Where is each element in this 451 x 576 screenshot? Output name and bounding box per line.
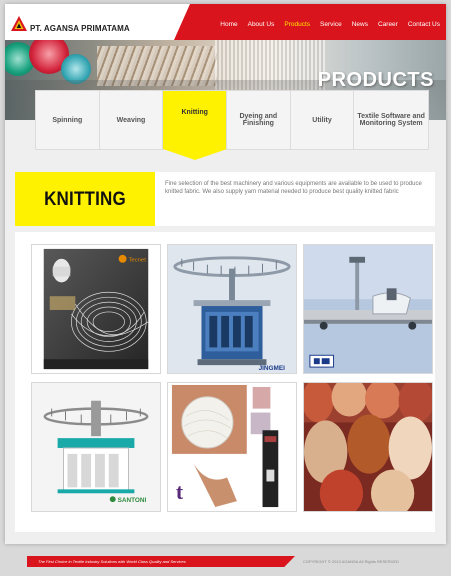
tab-utility[interactable]: Utility	[291, 91, 355, 149]
gallery-item-jingmei-machine[interactable]: JINGMEI	[167, 244, 297, 374]
site-footer: The First Choice in Textile Industry Sol…	[0, 556, 451, 570]
banner-title: PRODUCTS	[317, 69, 434, 91]
santoni-logo-text: SANTONI	[118, 497, 147, 504]
footer-tagline: The First Choice in Textile Industry Sol…	[38, 559, 186, 564]
footer-copyright: COPYRIGHT © 2013 AGANSA All Rights RESER…	[303, 559, 399, 564]
yarn-cones-image	[304, 383, 432, 511]
category-tabs: Spinning Weaving Knitting Dyeing and Fin…	[35, 90, 429, 160]
site-header: PT. AGANSA PRIMATAMA Home About Us Produ…	[5, 4, 446, 40]
brand-name[interactable]: PT. AGANSA PRIMATAMA	[30, 24, 130, 33]
tab-textile-software[interactable]: Textile Software and Monitoring System	[354, 91, 428, 149]
tab-weaving[interactable]: Weaving	[100, 91, 164, 149]
nav-about-us[interactable]: About Us	[248, 21, 275, 28]
gallery-item-inspection-device[interactable]	[303, 244, 433, 374]
triangle-logo-icon[interactable]	[11, 16, 27, 31]
inspection-device-image	[304, 245, 432, 373]
nav-news[interactable]: News	[352, 21, 368, 28]
tab-spinning[interactable]: Spinning	[36, 91, 100, 149]
yarn-collage-image: t	[168, 383, 296, 511]
nav-products[interactable]: Products	[284, 21, 310, 28]
page: PT. AGANSA PRIMATAMA Home About Us Produ…	[5, 4, 446, 544]
nav-service[interactable]: Service	[320, 21, 342, 28]
tab-dyeing-and-finishing[interactable]: Dyeing and Finishing	[227, 91, 291, 149]
gallery-item-yarn-cones[interactable]	[303, 382, 433, 512]
nav-contact-us[interactable]: Contact Us	[408, 21, 440, 28]
gallery-item-yarn-collage[interactable]: t	[167, 382, 297, 512]
t-logo-text: t	[176, 480, 184, 504]
tab-knitting[interactable]: Knitting	[163, 91, 228, 160]
product-gallery: Tecnet JINGMEI SANTONI t	[15, 232, 435, 532]
section-intro: KNITTING Fine selection of the best mach…	[15, 172, 435, 226]
jingmei-logo-text: JINGMEI	[259, 365, 286, 372]
main-nav: Home About Us Products Service News Care…	[220, 21, 440, 28]
tecnet-logo-text: Tecnet	[128, 258, 146, 264]
gallery-item-santoni-machine[interactable]: SANTONI	[31, 382, 161, 512]
section-title: KNITTING	[44, 187, 126, 210]
section-title-box: KNITTING	[15, 172, 155, 226]
nav-home[interactable]: Home	[220, 21, 237, 28]
jingmei-machine-image: JINGMEI	[168, 245, 296, 373]
section-description: Fine selection of the best machinery and…	[165, 181, 422, 196]
nav-career[interactable]: Career	[378, 21, 398, 28]
tecnet-poster-image: Tecnet	[43, 248, 149, 370]
santoni-machine-image: SANTONI	[32, 383, 160, 511]
gallery-item-tecnet-poster[interactable]: Tecnet	[31, 244, 161, 374]
